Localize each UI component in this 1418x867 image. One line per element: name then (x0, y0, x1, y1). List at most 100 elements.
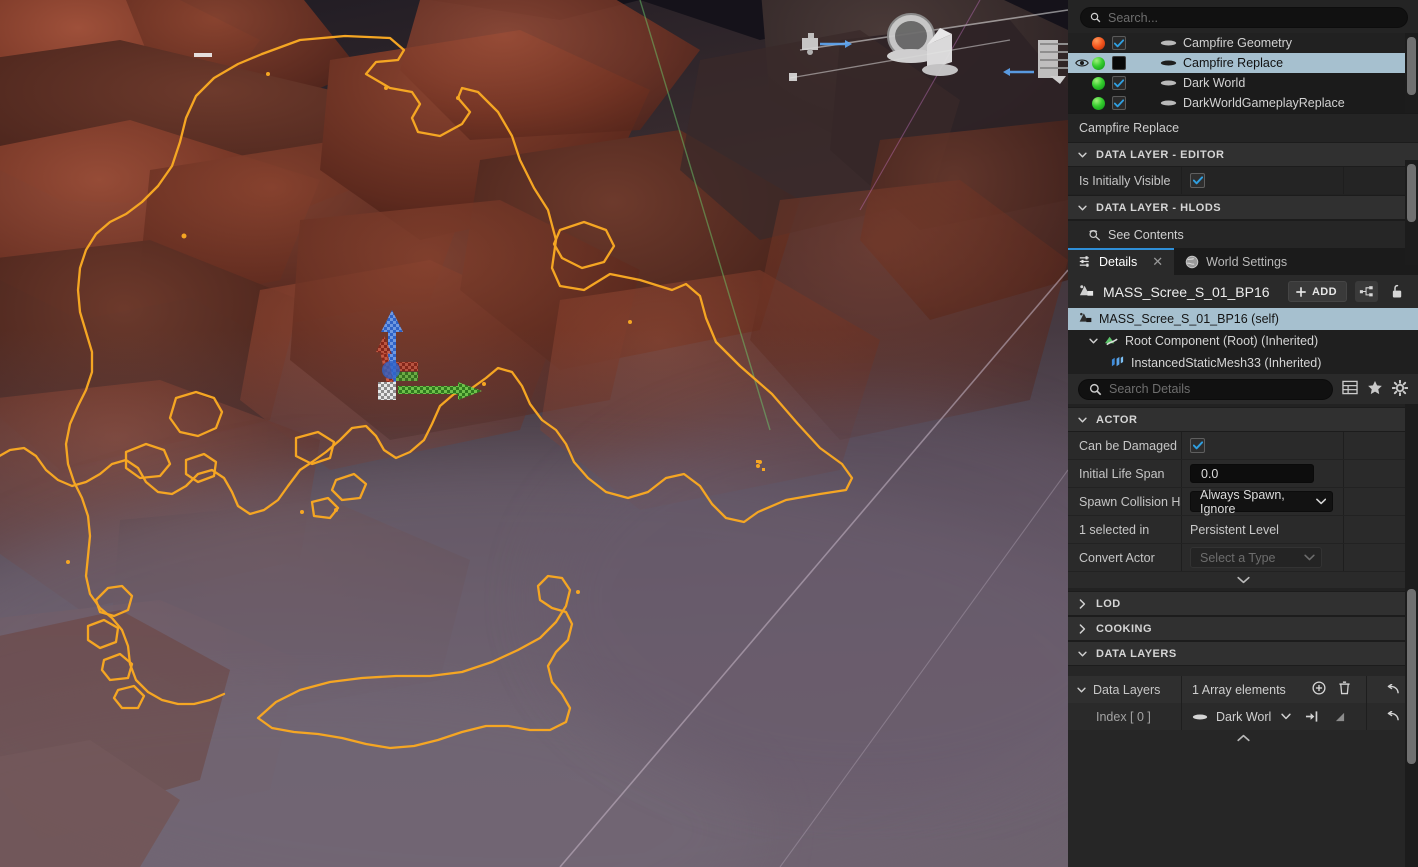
section-label: DATA LAYER - HLODS (1096, 201, 1222, 214)
component-tree: MASS_Scree_S_01_BP16 (self) Root Compone… (1068, 308, 1418, 374)
see-contents-row[interactable]: See Contents (1068, 220, 1418, 248)
layer-checkbox[interactable] (1112, 96, 1126, 110)
chevron-down-icon (1315, 498, 1326, 505)
browse-to-asset-button[interactable] (1305, 710, 1319, 723)
trash-icon (1339, 681, 1350, 695)
initial-life-span-input[interactable]: 0.0 (1190, 464, 1314, 483)
lock-details-button[interactable] (1386, 281, 1409, 302)
section-header-data-layer-hlods[interactable]: DATA LAYER - HLODS (1068, 195, 1418, 220)
array-element-value-wrap: Dark Worl (1181, 703, 1366, 730)
property-value: Always Spawn, Ignore (1181, 488, 1343, 516)
dropdown-placeholder: Select a Type (1200, 550, 1276, 565)
search-details-input[interactable]: Search Details (1078, 378, 1333, 400)
expand-actor-section-button[interactable] (1068, 572, 1418, 588)
add-component-button[interactable]: ADD (1287, 281, 1347, 302)
category-label: DATA LAYERS (1096, 647, 1177, 660)
reset-arrow-icon (1387, 710, 1399, 720)
chevron-up-icon (1236, 734, 1250, 742)
category-header-actor[interactable]: ACTOR (1068, 407, 1418, 432)
component-row-self[interactable]: MASS_Scree_S_01_BP16 (self) (1068, 308, 1418, 330)
data-layer-row[interactable]: Campfire Geometry (1068, 33, 1418, 53)
chevron-down-icon[interactable] (1089, 338, 1098, 344)
property-label: 1 selected in (1079, 522, 1150, 537)
globe-icon (1185, 255, 1199, 268)
data-layer-icon (1160, 79, 1178, 87)
layer-color-swatch[interactable] (1092, 76, 1105, 90)
data-layer-row-list: Campfire Geometry Campfire Replace Dark … (1068, 33, 1418, 113)
collapse-data-layers-button[interactable] (1068, 730, 1418, 746)
spawn-collision-handling-dropdown[interactable]: Always Spawn, Ignore (1190, 488, 1333, 516)
level-viewport[interactable] (0, 0, 1068, 867)
eye-icon (1075, 59, 1089, 67)
table-icon (1342, 380, 1358, 395)
insert-delete-button[interactable] (1335, 712, 1345, 722)
layer-checkbox[interactable] (1112, 36, 1126, 50)
outliner-scroll-thumb[interactable] (1407, 37, 1416, 95)
tab-world-settings[interactable]: World Settings (1174, 248, 1298, 275)
outliner-search-wrap: Search... (1068, 0, 1418, 33)
section-label: DATA LAYER - EDITOR (1096, 148, 1225, 161)
component-row-root[interactable]: Root Component (Root) (Inherited) (1068, 330, 1418, 352)
data-layer-row[interactable]: DarkWorldGameplayReplace (1068, 93, 1418, 113)
property-row-selected-in: 1 selected in Persistent Level (1068, 516, 1418, 544)
data-layer-label: Campfire Replace (1183, 56, 1284, 70)
close-icon[interactable]: ✕ (1152, 254, 1163, 270)
sliders-icon (1079, 256, 1089, 267)
details-tabstrip: Details ✕ World Settings (1068, 248, 1418, 275)
layer-checkbox[interactable] (1112, 76, 1126, 90)
selected-layer-title: Campfire Replace (1068, 113, 1418, 142)
can-be-damaged-checkbox[interactable] (1190, 438, 1205, 453)
chevron-down-icon (1077, 152, 1087, 158)
add-array-element-button[interactable] (1312, 681, 1326, 698)
array-label-wrap[interactable]: Data Layers (1068, 683, 1181, 697)
tab-details[interactable]: Details ✕ (1068, 248, 1175, 275)
chevron-right-icon (1077, 623, 1087, 634)
component-row-mesh[interactable]: InstancedStaticMesh33 (Inherited) (1068, 352, 1418, 374)
chevron-down-icon[interactable] (1077, 687, 1086, 693)
property-label: Can be Damaged (1079, 438, 1177, 453)
array-count-wrap: 1 Array elements (1181, 676, 1366, 703)
convert-actor-dropdown[interactable]: Select a Type (1190, 547, 1322, 568)
data-layer-details-scroll-thumb[interactable] (1407, 164, 1416, 222)
reset-arrow-icon (1387, 683, 1399, 693)
visibility-eye-icon[interactable] (1074, 58, 1090, 68)
details-scroll-track[interactable] (1405, 404, 1418, 867)
chevron-down-icon (1077, 205, 1087, 211)
chevron-down-icon (1077, 651, 1087, 657)
data-layer-asset-name: Dark Worl (1216, 709, 1272, 724)
layer-checkbox[interactable] (1112, 56, 1126, 70)
category-header-cooking[interactable]: COOKING (1068, 616, 1418, 641)
data-layer-details-scroll-track[interactable] (1405, 160, 1418, 265)
outliner-scroll-track[interactable] (1405, 33, 1418, 113)
viewport-3d-scene (0, 0, 1068, 867)
category-label: LOD (1096, 597, 1121, 610)
plus-circle-icon (1312, 681, 1326, 695)
spacer (1068, 666, 1418, 676)
details-scroll-thumb[interactable] (1407, 589, 1416, 764)
is-initially-visible-checkbox[interactable] (1190, 173, 1205, 188)
check-icon (1192, 441, 1203, 450)
browse-arrow-icon (1306, 711, 1318, 722)
chevron-down-icon[interactable] (1281, 713, 1292, 720)
layer-color-swatch[interactable] (1092, 36, 1105, 50)
chevron-down-icon (1077, 417, 1087, 423)
data-layer-icon (1160, 59, 1178, 67)
category-header-lod[interactable]: LOD (1068, 591, 1418, 616)
favorites-button[interactable] (1367, 380, 1383, 398)
section-header-data-layer-editor[interactable]: DATA LAYER - EDITOR (1068, 142, 1418, 167)
blueprint-graph-button[interactable] (1355, 281, 1378, 302)
details-settings-button[interactable] (1391, 379, 1409, 399)
outliner-search-input[interactable]: Search... (1080, 7, 1408, 28)
data-layer-row[interactable]: Dark World (1068, 73, 1418, 93)
layer-color-swatch[interactable] (1092, 56, 1105, 70)
actor-type-icon (1078, 282, 1095, 302)
column-layout-button[interactable] (1342, 380, 1358, 398)
layer-color-swatch[interactable] (1092, 96, 1105, 110)
property-label: Spawn Collision Har (1079, 494, 1181, 509)
lock-open-icon (1392, 284, 1402, 298)
category-header-data-layers[interactable]: DATA LAYERS (1068, 641, 1418, 666)
property-value (1181, 167, 1343, 194)
clear-array-button[interactable] (1338, 681, 1351, 698)
data-layers-outliner: Search... Campfire Geometry Campfire Rep… (1068, 0, 1418, 265)
data-layer-row[interactable]: Campfire Replace (1068, 53, 1418, 73)
